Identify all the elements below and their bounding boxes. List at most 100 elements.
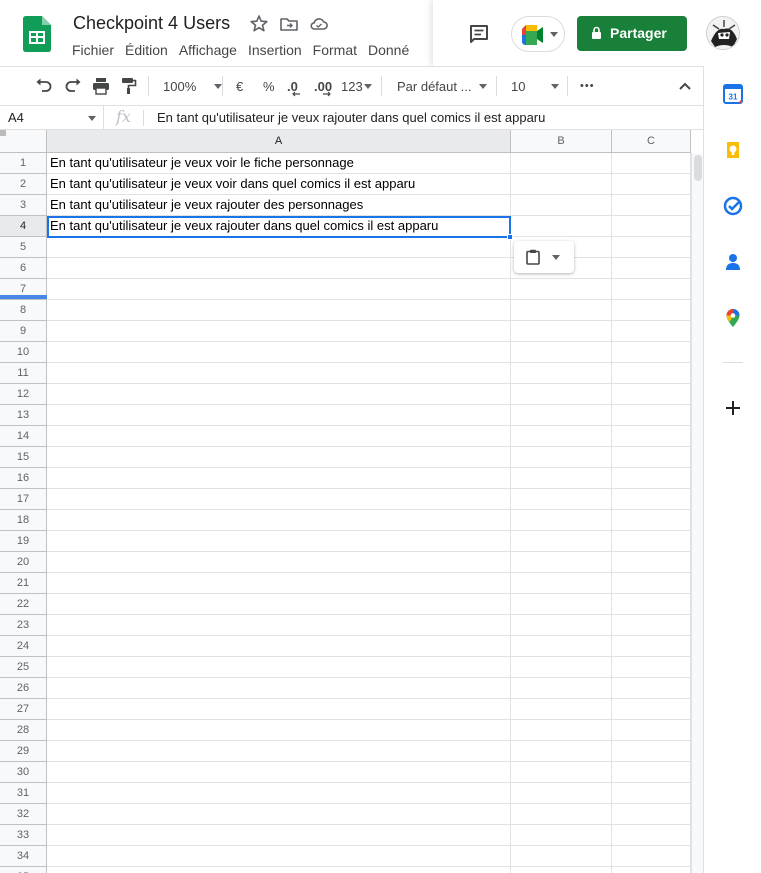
cell-a[interactable] [47,321,511,342]
google-sheets-logo-icon[interactable] [23,16,51,52]
cell-c[interactable] [612,804,691,825]
cell-c[interactable] [612,636,691,657]
cell-b[interactable] [511,300,612,321]
cell-a[interactable] [47,342,511,363]
cell-c[interactable] [612,552,691,573]
cell-a[interactable] [47,258,511,279]
frozen-rows-handle[interactable] [0,295,47,299]
row-header[interactable]: 2 [0,174,47,195]
cell-c[interactable] [612,279,691,300]
row-header[interactable]: 6 [0,258,47,279]
cell-a[interactable]: En tant qu'utilisateur je veux voir le f… [47,153,511,174]
cell-b[interactable] [511,531,612,552]
cell-c[interactable] [612,762,691,783]
increase-decimals-button[interactable]: .00 [314,67,332,105]
comment-history-icon[interactable] [467,22,491,46]
move-to-folder-icon[interactable] [279,14,299,34]
cell-a[interactable] [47,510,511,531]
document-title[interactable]: Checkpoint 4 Users [73,13,230,34]
column-header-a[interactable]: A [47,130,511,153]
select-all-corner[interactable] [0,130,47,153]
row-header[interactable]: 16 [0,468,47,489]
percent-format-button[interactable]: % [263,67,275,105]
row-header[interactable]: 10 [0,342,47,363]
cell-c[interactable] [612,468,691,489]
cell-b[interactable] [511,384,612,405]
currency-format-button[interactable]: € [236,67,243,105]
name-box[interactable]: A4 [0,106,104,129]
contacts-icon[interactable] [723,252,743,272]
menu-fichier[interactable]: Fichier [72,41,114,59]
row-header[interactable]: 21 [0,573,47,594]
cell-c[interactable] [612,741,691,762]
cell-b[interactable] [511,216,612,237]
cell-b[interactable] [511,594,612,615]
cell-a[interactable] [47,678,511,699]
cell-a[interactable] [47,846,511,867]
fill-handle[interactable] [507,234,513,240]
cell-c[interactable] [612,867,691,873]
cell-c[interactable] [612,510,691,531]
cell-a[interactable] [47,405,511,426]
cell-c[interactable] [612,720,691,741]
cell-c[interactable] [612,783,691,804]
cell-a[interactable] [47,363,511,384]
cell-a[interactable] [47,804,511,825]
cell-b[interactable] [511,153,612,174]
scrollbar-thumb[interactable] [694,155,702,181]
collapse-toolbar-chevron-up-icon[interactable] [678,81,692,91]
cell-b[interactable] [511,489,612,510]
cell-c[interactable] [612,384,691,405]
row-header[interactable]: 8 [0,300,47,321]
cell-b[interactable] [511,468,612,489]
keep-icon[interactable] [723,140,743,160]
menu-insertion[interactable]: Insertion [248,41,302,59]
row-header[interactable]: 29 [0,741,47,762]
cell-c[interactable] [612,195,691,216]
cell-a[interactable] [47,699,511,720]
number-format-select[interactable]: 123 [341,67,372,105]
cell-b[interactable] [511,720,612,741]
cell-c[interactable] [612,237,691,258]
row-header[interactable]: 28 [0,720,47,741]
row-header[interactable]: 18 [0,510,47,531]
user-avatar[interactable] [706,16,740,50]
cell-c[interactable] [612,321,691,342]
row-header[interactable]: 30 [0,762,47,783]
cell-c[interactable] [612,258,691,279]
column-header-b[interactable]: B [511,130,612,153]
row-header[interactable]: 23 [0,615,47,636]
cell-a[interactable] [47,867,511,873]
cell-a[interactable] [47,426,511,447]
menu-donnees[interactable]: Donné [368,41,409,59]
cell-a[interactable] [47,594,511,615]
cell-a[interactable] [47,783,511,804]
redo-icon[interactable] [64,78,82,94]
cell-b[interactable] [511,783,612,804]
row-header[interactable]: 20 [0,552,47,573]
zoom-select[interactable]: 100% [163,67,223,105]
cell-b[interactable] [511,762,612,783]
cell-a[interactable] [47,573,511,594]
row-header[interactable]: 17 [0,489,47,510]
row-header[interactable]: 24 [0,636,47,657]
cell-b[interactable] [511,321,612,342]
cell-b[interactable] [511,615,612,636]
cell-c[interactable] [612,174,691,195]
cell-b[interactable] [511,510,612,531]
paste-options-button[interactable] [514,241,574,273]
cell-a[interactable] [47,300,511,321]
cell-c[interactable] [612,447,691,468]
cell-a[interactable] [47,741,511,762]
cell-b[interactable] [511,195,612,216]
row-header[interactable]: 12 [0,384,47,405]
row-header[interactable]: 35 [0,867,47,873]
column-header-c[interactable]: C [612,130,691,153]
cell-c[interactable] [612,489,691,510]
meet-button[interactable] [511,16,565,52]
cell-a[interactable]: En tant qu'utilisateur je veux rajouter … [47,216,511,237]
cell-a[interactable] [47,615,511,636]
cell-c[interactable] [612,405,691,426]
row-header[interactable]: 19 [0,531,47,552]
cell-c[interactable] [612,846,691,867]
